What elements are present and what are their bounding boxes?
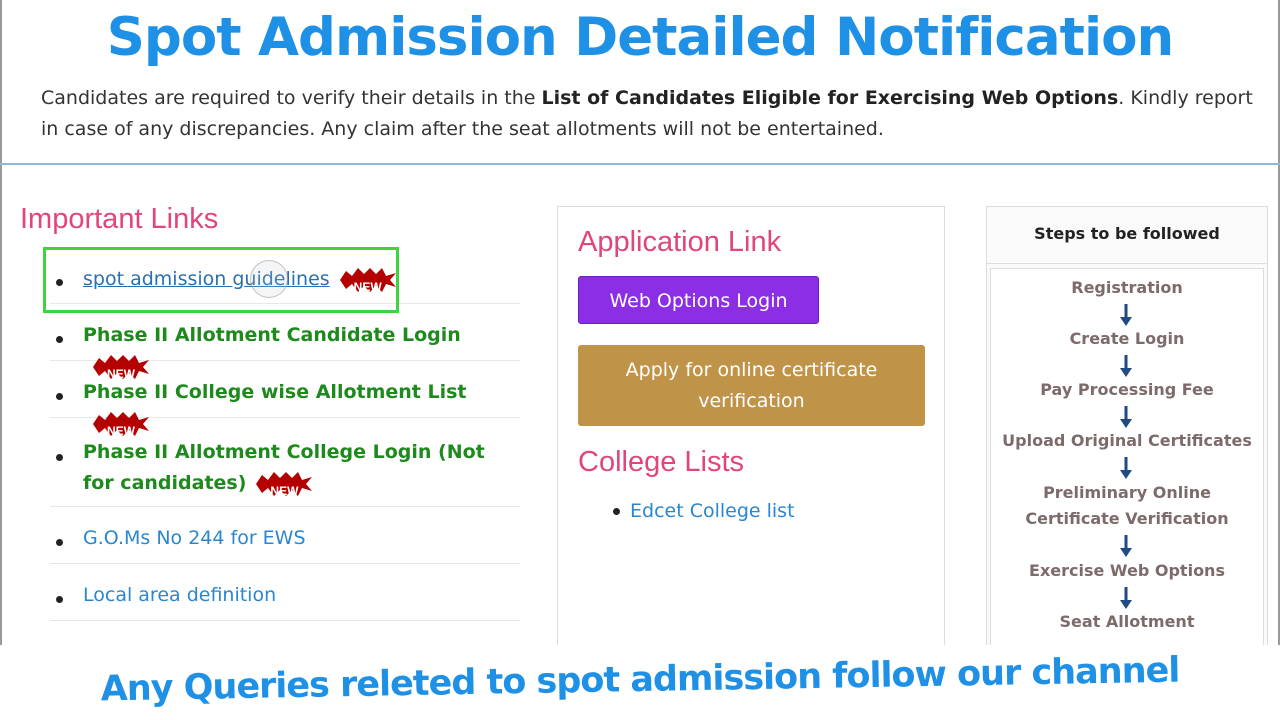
frame-left-border (0, 0, 2, 720)
application-panel (557, 206, 945, 646)
link-candidate-login-label[interactable]: Phase II Allotment Candidate Login (83, 324, 461, 346)
certificate-verification-button[interactable]: Apply for online certificate verificatio… (578, 345, 925, 426)
new-badge-icon: NEW (256, 471, 313, 498)
highlight-box (43, 247, 399, 313)
step-create-login: Create Login (1069, 329, 1185, 348)
link-gom-ews[interactable]: G.O.Ms No 244 for EWS (83, 523, 306, 554)
step-certificate-verification: Preliminary Online Certificate Verificat… (1025, 483, 1229, 528)
eligible-list-bold: List of Candidates Eligible for Exercisi… (541, 87, 1119, 109)
step-seat-allotment: Seat Allotment (1059, 612, 1195, 631)
link-item-local-area[interactable]: Local area definition (50, 564, 520, 621)
application-link-title: Application Link (578, 226, 782, 258)
arrow-down-icon (1120, 406, 1132, 428)
important-links-list: spot admission guidelines NEW Phase II Al… (50, 258, 520, 665)
arrow-down-icon (1120, 304, 1132, 326)
step-registration: Registration (1071, 278, 1183, 297)
step-upload-certificates: Upload Original Certificates (1002, 431, 1252, 450)
arrow-down-icon (1120, 457, 1132, 479)
edcet-college-list-link[interactable]: Edcet College list (630, 500, 795, 522)
link-local-area[interactable]: Local area definition (83, 580, 276, 611)
steps-title: Steps to be followed (986, 206, 1268, 264)
step-pay-fee: Pay Processing Fee (1040, 380, 1214, 399)
step-web-options: Exercise Web Options (1029, 561, 1225, 580)
college-list-item[interactable]: Edcet College list (610, 496, 795, 527)
notice-text: Candidates are required to verify their … (41, 83, 1261, 145)
link-allotment-list-label[interactable]: Phase II College wise Allotment List (83, 381, 467, 403)
link-item-college-login[interactable]: Phase II Allotment College Login (Not fo… (50, 418, 520, 507)
link-item-gom-ews[interactable]: G.O.Ms No 244 for EWS (50, 507, 520, 564)
link-college-login[interactable]: Phase II Allotment College Login (Not fo… (83, 437, 503, 499)
page-headline: Spot Admission Detailed Notification (106, 7, 1175, 68)
arrow-down-icon (1120, 535, 1132, 557)
notice-divider (0, 163, 1280, 165)
click-indicator-icon (250, 260, 288, 298)
link-item-allotment-list[interactable]: Phase II College wise Allotment List NEW (50, 361, 520, 438)
college-lists-title: College Lists (578, 446, 745, 478)
important-links-title: Important Links (20, 203, 219, 235)
arrow-down-icon (1120, 587, 1132, 609)
notice-text-before: Candidates are required to verify their … (41, 87, 542, 109)
web-options-login-button[interactable]: Web Options Login (578, 276, 819, 324)
arrow-down-icon (1120, 355, 1132, 377)
